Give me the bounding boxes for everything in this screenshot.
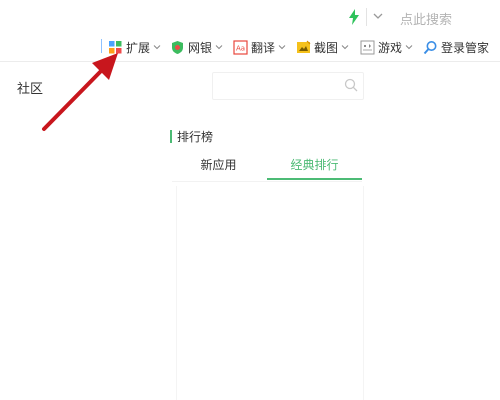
annotation-arrow	[42, 53, 118, 131]
